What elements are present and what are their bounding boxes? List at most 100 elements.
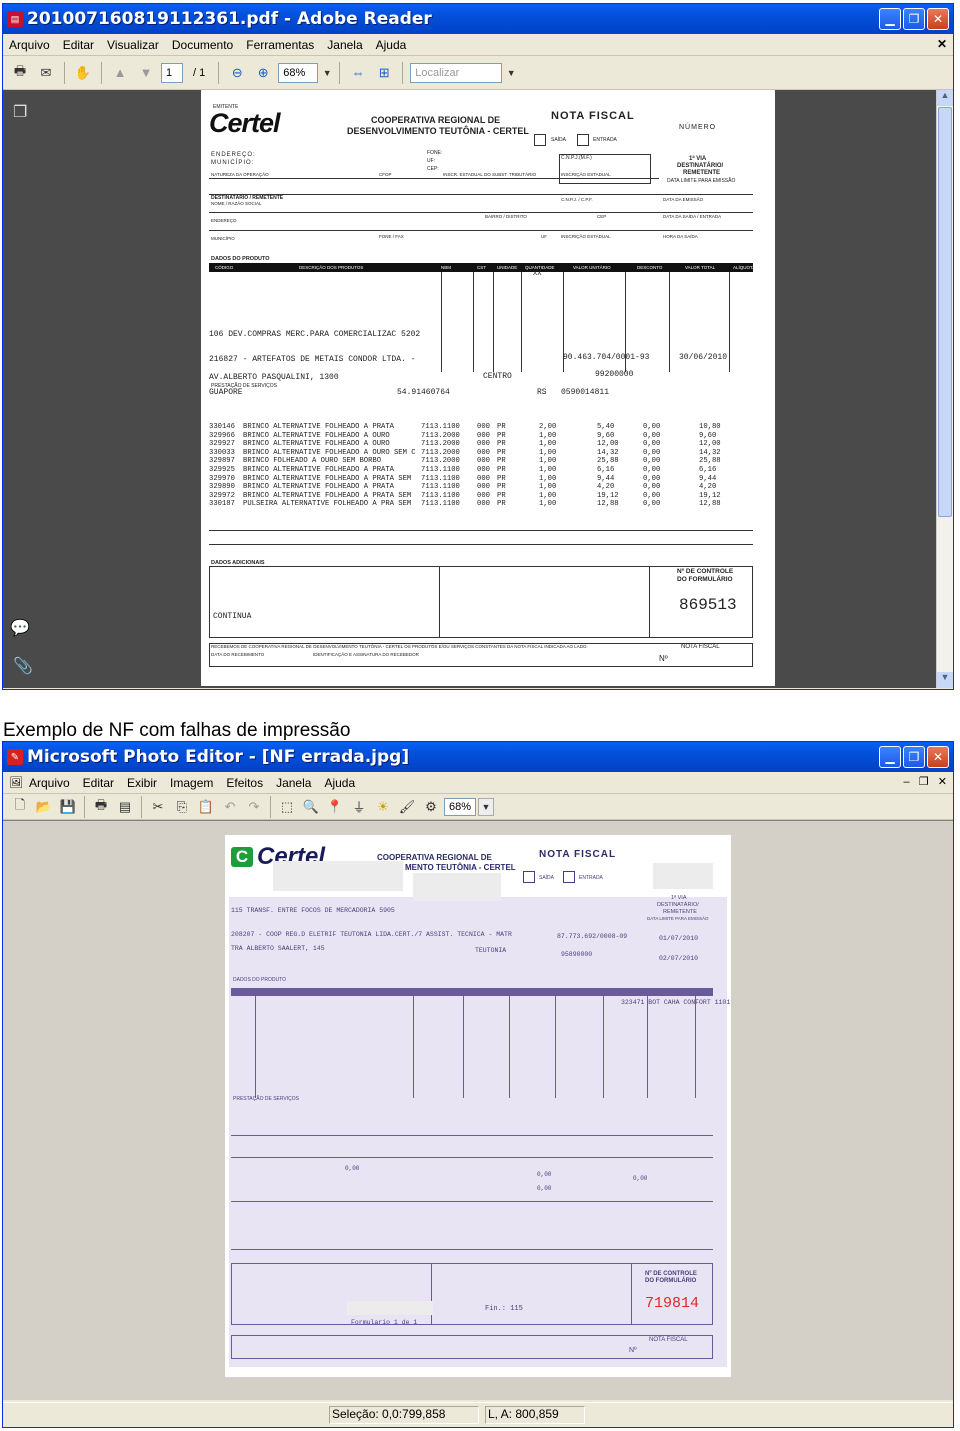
cell-qtd: 1,00: [539, 448, 557, 457]
hand-tool-icon[interactable]: ✋: [72, 62, 94, 84]
menu-janela[interactable]: Janela: [276, 776, 311, 790]
fone-label: FONE:: [427, 150, 443, 156]
scanned-invoice-image[interactable]: C Certel COOPERATIVA REGIONAL DE MENTO T…: [225, 835, 731, 1377]
cell-code: 329927: [209, 440, 235, 449]
menu-ajuda[interactable]: Ajuda: [376, 38, 407, 52]
cell-vt: 9,60: [699, 431, 717, 440]
save-icon[interactable]: 💾: [57, 796, 79, 818]
adobe-reader-window: ▤ 201007160819112361.pdf - Adobe Reader …: [2, 3, 954, 690]
cell-cst: 000: [477, 448, 490, 457]
entrada-checkbox: [563, 871, 575, 883]
scroll-thumb[interactable]: [938, 107, 952, 517]
toolbar: 🖶 ✉ ✋ ▲ ▼ 1 / 1 ⊖ ⊕ 68% ▼ ⇔ ⊞ Localizar …: [3, 56, 953, 90]
cell-un: PR: [497, 491, 506, 500]
zoom-in-icon[interactable]: ⊕: [252, 62, 274, 84]
brightness-icon[interactable]: ☀: [372, 796, 394, 818]
fit-page-icon[interactable]: ⊞: [373, 62, 395, 84]
brush-icon[interactable]: 🖌: [396, 796, 418, 818]
entrada-label: ENTRADA: [579, 875, 603, 881]
zoom-icon[interactable]: 🔍: [300, 796, 322, 818]
close-document-icon[interactable]: ✕: [937, 37, 947, 51]
mdi-close-icon[interactable]: ✕: [938, 776, 947, 788]
undo-icon[interactable]: ↶: [219, 796, 241, 818]
col-divider: [509, 988, 510, 1098]
open-icon[interactable]: 📂: [33, 796, 55, 818]
zoom-dropdown-icon[interactable]: ▼: [322, 62, 332, 84]
cell-desc: BRINCO ALTERNATIVE FOLHEADO A OURO: [243, 431, 390, 440]
page-number-input[interactable]: 1: [161, 62, 183, 83]
zoom-input[interactable]: 68%: [278, 62, 319, 83]
cell-vt: 12,88: [699, 500, 721, 509]
menu-editar[interactable]: Editar: [83, 776, 114, 790]
document-icon[interactable]: 🖼: [9, 776, 23, 789]
scroll-down-icon[interactable]: ▼: [937, 672, 953, 688]
address-line: TRA ALBERTO SAALERT, 145: [231, 945, 325, 952]
copy-icon[interactable]: ⎘: [171, 796, 193, 818]
comments-icon[interactable]: 💬: [10, 618, 30, 638]
via-label: 1ª VIA: [671, 895, 687, 901]
properties-icon[interactable]: ⚙: [420, 796, 442, 818]
pin-icon[interactable]: 📍: [324, 796, 346, 818]
minimize-button[interactable]: ▁: [879, 8, 901, 30]
pages-panel-icon[interactable]: ❐: [13, 102, 27, 122]
divider: [209, 178, 659, 179]
menu-editar[interactable]: Editar: [63, 38, 94, 52]
close-button[interactable]: ✕: [927, 746, 949, 768]
mdi-restore-icon[interactable]: ❐: [919, 776, 929, 788]
cell-code: 329890: [209, 483, 235, 492]
email-icon[interactable]: ✉: [35, 62, 57, 84]
cell-un: PR: [497, 457, 506, 466]
zoom-dropdown-icon[interactable]: ▼: [478, 797, 494, 816]
close-button[interactable]: ✕: [927, 8, 949, 30]
menu-imagem[interactable]: Imagem: [170, 776, 213, 790]
filter-icon[interactable]: ⏚: [348, 796, 370, 818]
maximize-button[interactable]: ❐: [903, 8, 925, 30]
menu-exibir[interactable]: Exibir: [127, 776, 157, 790]
col-divider: [413, 988, 414, 1098]
search-dropdown-icon[interactable]: ▼: [506, 62, 516, 84]
zoom-input[interactable]: 68%: [444, 797, 476, 816]
cell-desc: BRINCO FOLHEADO A OURO SEM BORBO: [243, 457, 382, 466]
endereco2-label: ENDEREÇO: [211, 218, 237, 223]
search-input[interactable]: Localizar: [410, 62, 503, 83]
maximize-button[interactable]: ❐: [903, 746, 925, 768]
menu-arquivo[interactable]: Arquivo: [29, 776, 70, 790]
menu-ajuda[interactable]: Ajuda: [324, 776, 355, 790]
vertical-scrollbar[interactable]: ▲ ▼: [936, 90, 953, 688]
toolbar: 🗋 📂 💾 🖶 ▤ ✂ ⎘ 📋 ↶ ↷ ⬚ 🔍 📍 ⏚ ☀ 🖌 ⚙ 68% ▼: [3, 794, 953, 820]
cell-ncm: 7113.2000: [421, 448, 460, 457]
municipio-label: MUNICÍPIO:: [211, 160, 255, 166]
cell-cst: 000: [477, 500, 490, 509]
menu-ferramentas[interactable]: Ferramentas: [246, 38, 314, 52]
paste-icon[interactable]: 📋: [195, 796, 217, 818]
zero-value: 0,00: [345, 1165, 360, 1172]
new-icon[interactable]: 🗋: [9, 796, 31, 818]
menu-documento[interactable]: Documento: [172, 38, 233, 52]
cell-desc2: 0,00: [643, 474, 661, 483]
address-line: AV.ALBERTO PASQUALINI, 1300: [209, 373, 339, 382]
scan-icon[interactable]: ▤: [114, 796, 136, 818]
zoom-out-icon[interactable]: ⊖: [226, 62, 248, 84]
menu-visualizar[interactable]: Visualizar: [107, 38, 159, 52]
minimize-button[interactable]: ▁: [879, 746, 901, 768]
print-icon[interactable]: 🖶: [9, 62, 31, 84]
next-page-icon[interactable]: ▼: [135, 62, 157, 84]
numero-label: NÚMERO: [679, 124, 717, 131]
menu-arquivo[interactable]: Arquivo: [9, 38, 50, 52]
departure-date: 02/07/2010: [659, 955, 699, 962]
redo-icon[interactable]: ↷: [243, 796, 265, 818]
attachments-icon[interactable]: 📎: [13, 656, 33, 676]
previous-page-icon[interactable]: ▲: [109, 62, 131, 84]
menu-janela[interactable]: Janela: [327, 38, 362, 52]
items-table: 330146 BRINCO ALTERNATIVE FOLHEADO A PRAT…: [209, 423, 753, 513]
select-icon[interactable]: ⬚: [276, 796, 298, 818]
data-limite-label: DATA LIMITE PARA EMISSÃO: [667, 178, 736, 184]
mdi-minimize-icon[interactable]: –: [903, 776, 909, 788]
print-icon[interactable]: 🖶: [90, 796, 112, 818]
fit-width-icon[interactable]: ⇔: [347, 62, 369, 84]
menu-efeitos[interactable]: Efeitos: [226, 776, 263, 790]
cell-cst: 000: [477, 466, 490, 474]
scroll-up-icon[interactable]: ▲: [937, 90, 953, 106]
cut-icon[interactable]: ✂: [147, 796, 169, 818]
cell-vu: 9,60: [597, 431, 615, 440]
